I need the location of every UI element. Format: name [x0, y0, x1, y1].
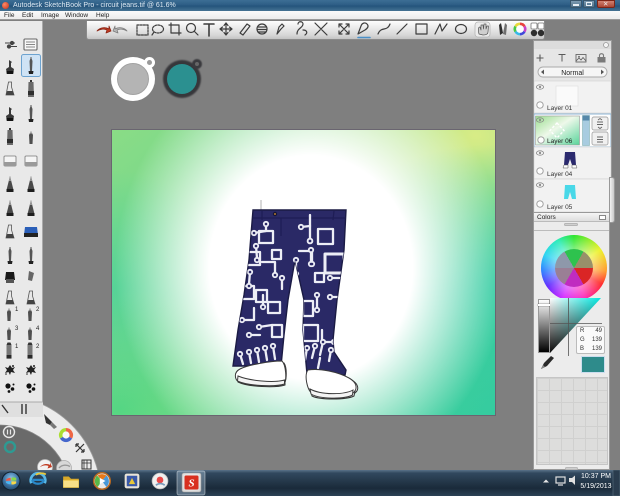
svg-text:1: 1: [15, 344, 19, 350]
svg-text:3: 3: [15, 326, 19, 332]
svg-text:4: 4: [36, 326, 40, 332]
svg-text:2: 2: [36, 344, 40, 350]
svg-text:1: 1: [15, 307, 19, 313]
svg-text:Layer 01: Layer 01: [547, 105, 573, 112]
svg-text:Layer 05: Layer 05: [547, 204, 573, 211]
svg-text:Layer 04: Layer 04: [547, 171, 573, 178]
svg-text:Normal: Normal: [561, 70, 584, 77]
svg-text:2: 2: [36, 307, 40, 313]
svg-text:Layer 06: Layer 06: [547, 138, 573, 145]
svg-text:S: S: [188, 478, 194, 490]
